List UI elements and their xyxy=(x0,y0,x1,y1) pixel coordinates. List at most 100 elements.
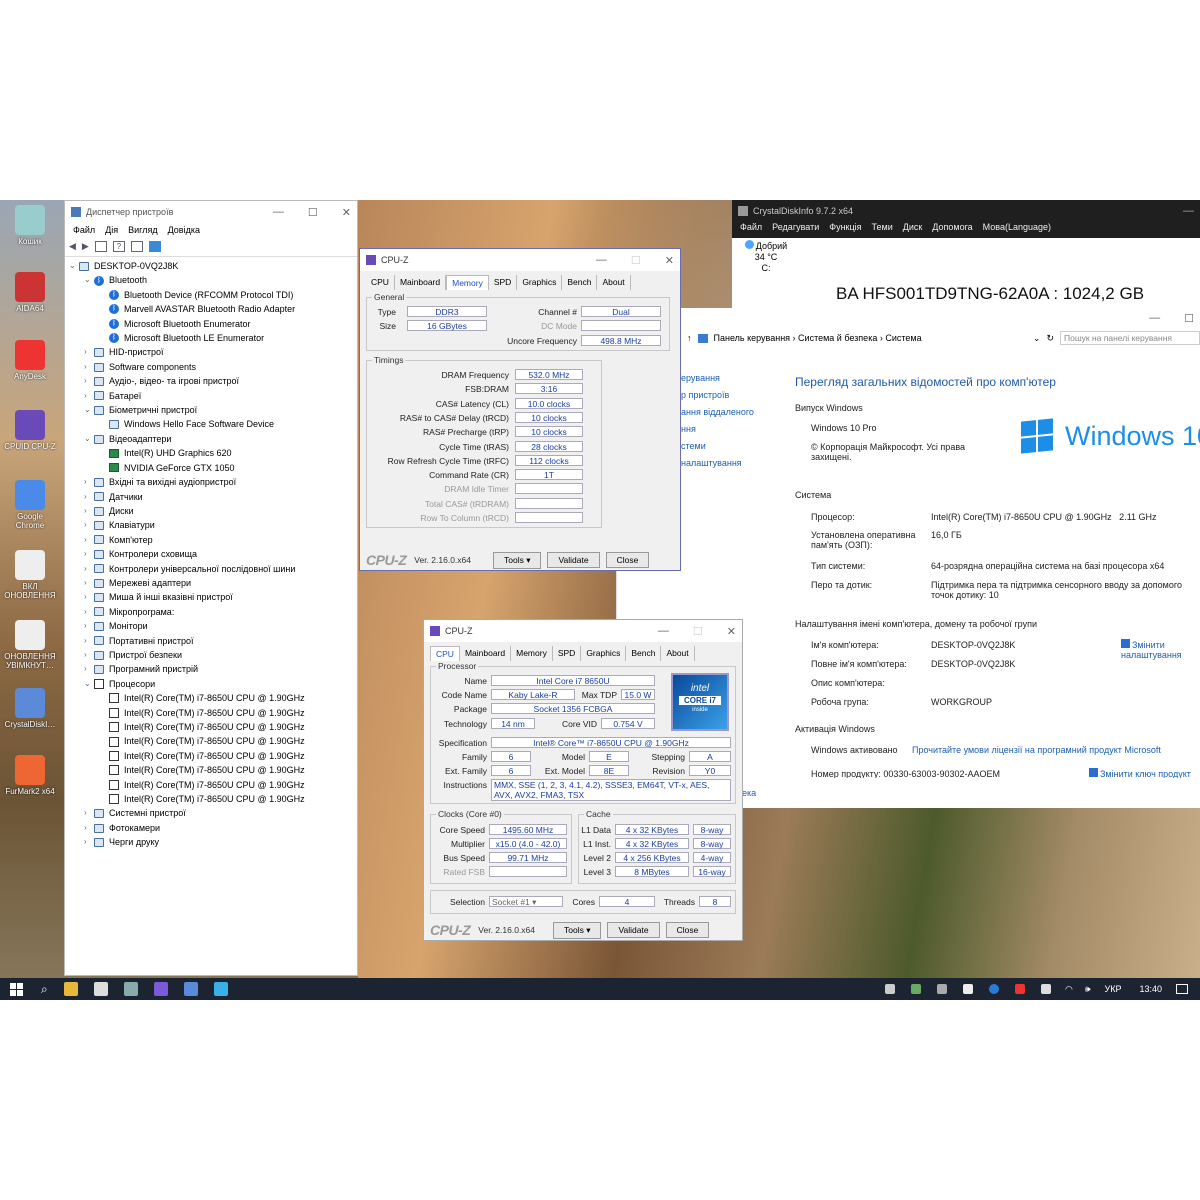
control-panel-taskbar-icon[interactable] xyxy=(213,982,228,996)
maximize-icon[interactable]: ☐ xyxy=(308,206,318,219)
tree-node[interactable]: › Черги друку xyxy=(69,835,357,849)
change-key-link[interactable]: Змінити ключ продукт xyxy=(1089,768,1191,778)
search-icon[interactable]: ⌕ xyxy=(41,982,48,997)
minimize-icon[interactable]: — xyxy=(658,625,669,638)
refresh-icon[interactable]: ↻ xyxy=(1046,333,1054,344)
tree-node[interactable]: Intel(R) Core(TM) i7-8650U CPU @ 1.90GHz xyxy=(69,706,357,720)
tree-node[interactable]: Intel(R) Core(TM) i7-8650U CPU @ 1.90GHz xyxy=(69,691,357,705)
tree-node[interactable]: › Вхідні та вихідні аудіопристрої xyxy=(69,475,357,489)
search-input[interactable]: Пошук на панелі керування xyxy=(1060,331,1200,345)
tab-about[interactable]: About xyxy=(597,275,631,290)
chevron-right-icon[interactable]: › xyxy=(84,634,94,648)
chevron-right-icon[interactable]: › xyxy=(84,547,94,561)
tab-mainboard[interactable]: Mainboard xyxy=(395,275,447,290)
tree-node[interactable]: › Датчики xyxy=(69,490,357,504)
tree-node[interactable]: › Мережеві адаптери xyxy=(69,576,357,590)
desktop-icon[interactable]: FurMark2 x64 xyxy=(2,755,58,796)
left-nav-link[interactable]: ання віддаленого xyxy=(681,404,754,421)
tree-node[interactable]: ᛒ Bluetooth Device (RFCOMM Protocol TDI) xyxy=(69,288,357,302)
clock[interactable]: 13:40 xyxy=(1139,984,1162,994)
tab-spd[interactable]: SPD xyxy=(553,646,582,661)
tab-graphics[interactable]: Graphics xyxy=(517,275,563,290)
close-icon[interactable]: ✕ xyxy=(342,206,351,219)
store-icon[interactable] xyxy=(93,982,108,996)
file-explorer-icon[interactable] xyxy=(63,982,78,996)
tab-spd[interactable]: SPD xyxy=(489,275,518,290)
tab-bench[interactable]: Bench xyxy=(562,275,598,290)
notifications-icon[interactable] xyxy=(1176,984,1188,994)
cdi-status-panel[interactable]: Добрий 34 °C C: xyxy=(732,240,800,274)
menu-item[interactable]: Диск xyxy=(903,222,923,232)
monitor-icon[interactable] xyxy=(148,241,161,252)
breadcrumb[interactable]: Панель керування › Система й безпека › С… xyxy=(714,333,922,343)
close-button[interactable]: Close xyxy=(605,552,650,568)
menu-item[interactable]: Файл xyxy=(73,225,95,235)
tree-node[interactable]: ᛒ Marvell AVASTAR Bluetooth Radio Adapter xyxy=(69,302,357,316)
tree-node[interactable]: Intel(R) Core(TM) i7-8650U CPU @ 1.90GHz xyxy=(69,720,357,734)
properties-icon[interactable] xyxy=(94,241,107,252)
desktop-icon[interactable]: CPUID CPU-Z xyxy=(2,410,58,451)
chevron-down-icon[interactable]: ⌄ xyxy=(84,432,94,446)
chevron-right-icon[interactable]: › xyxy=(84,562,94,576)
tree-node[interactable]: › Системні пристрої xyxy=(69,806,357,820)
tab-cpu[interactable]: CPU xyxy=(366,275,395,290)
chevron-right-icon[interactable]: › xyxy=(84,374,94,388)
menu-item[interactable]: Файл xyxy=(740,222,762,232)
chevron-right-icon[interactable]: › xyxy=(84,662,94,676)
breadcrumb-item[interactable]: Система й безпека xyxy=(798,333,877,343)
back-arrow-icon[interactable]: ◀ xyxy=(69,241,76,252)
tab-about[interactable]: About xyxy=(661,646,695,661)
chevron-down-icon[interactable]: ⌄ xyxy=(1033,333,1041,344)
menu-item[interactable]: Теми xyxy=(872,222,893,232)
tree-node[interactable]: ⌄ Біометричні пристрої xyxy=(69,403,357,417)
left-nav-link[interactable]: налаштування xyxy=(681,455,754,472)
menu-item[interactable]: Вигляд xyxy=(128,225,158,235)
tab-memory[interactable]: Memory xyxy=(446,275,489,290)
tree-node[interactable]: Intel(R) Core(TM) i7-8650U CPU @ 1.90GHz xyxy=(69,734,357,748)
validate-button[interactable]: Validate xyxy=(547,552,600,568)
tree-node[interactable]: ᛒ Microsoft Bluetooth Enumerator xyxy=(69,317,357,331)
minimize-icon[interactable]: — xyxy=(1149,312,1160,325)
desktop-icon[interactable]: CrystalDiskI… xyxy=(2,688,58,729)
tree-node[interactable]: › Миша й інші вказівні пристрої xyxy=(69,590,357,604)
menu-item[interactable]: Дія xyxy=(105,225,118,235)
change-settings-link[interactable]: Змінити налаштування xyxy=(1121,639,1200,660)
left-nav-link[interactable]: стеми xyxy=(681,438,754,455)
chevron-right-icon[interactable]: › xyxy=(84,835,94,849)
close-icon[interactable]: ✕ xyxy=(727,625,736,638)
tree-node[interactable]: › Диски xyxy=(69,504,357,518)
tree-node[interactable]: Intel(R) Core(TM) i7-8650U CPU @ 1.90GHz xyxy=(69,749,357,763)
tab-graphics[interactable]: Graphics xyxy=(581,646,627,661)
chevron-right-icon[interactable]: › xyxy=(84,389,94,403)
tree-node[interactable]: › HID-пристрої xyxy=(69,345,357,359)
tray-icon[interactable] xyxy=(1040,984,1051,994)
chevron-right-icon[interactable]: › xyxy=(84,490,94,504)
chevron-right-icon[interactable]: › xyxy=(84,360,94,374)
tree-node[interactable]: ᛒ Microsoft Bluetooth LE Enumerator xyxy=(69,331,357,345)
maximize-icon[interactable]: ☐ xyxy=(631,254,641,267)
tools-button[interactable]: Tools ▾ xyxy=(493,551,542,569)
language-indicator[interactable]: УКР xyxy=(1105,984,1122,994)
breadcrumb-item[interactable]: Панель керування xyxy=(714,333,791,343)
close-button[interactable]: Close xyxy=(665,922,710,938)
tree-node[interactable]: ⌄ Процесори xyxy=(69,677,357,691)
tree-node[interactable]: › Комп'ютер xyxy=(69,533,357,547)
chevron-right-icon[interactable]: › xyxy=(84,648,94,662)
start-button[interactable] xyxy=(10,982,23,996)
tree-node[interactable]: › Клавіатури xyxy=(69,518,357,532)
tree-node[interactable]: › Контролери сховища xyxy=(69,547,357,561)
maximize-icon[interactable]: ☐ xyxy=(1184,312,1194,325)
volume-icon[interactable]: 🕪 xyxy=(1085,984,1091,995)
chevron-right-icon[interactable]: › xyxy=(84,504,94,518)
desktop-icon[interactable]: AnyDesk xyxy=(2,340,58,381)
tree-node[interactable]: › Програмний пристрій xyxy=(69,662,357,676)
usb-icon[interactable] xyxy=(936,984,947,994)
forward-arrow-icon[interactable]: ▶ xyxy=(82,241,89,252)
tree-node[interactable]: Intel(R) Core(TM) i7-8650U CPU @ 1.90GHz xyxy=(69,792,357,806)
chevron-right-icon[interactable]: › xyxy=(84,518,94,532)
bluetooth-icon[interactable] xyxy=(988,984,999,994)
desktop-icon[interactable]: ВКЛ ОНОВЛЕННЯ xyxy=(2,550,58,600)
tree-node[interactable]: ⌄ Відеоадаптери xyxy=(69,432,357,446)
tray-icon[interactable] xyxy=(884,984,895,994)
left-nav-link[interactable]: р пристроїв xyxy=(681,387,754,404)
